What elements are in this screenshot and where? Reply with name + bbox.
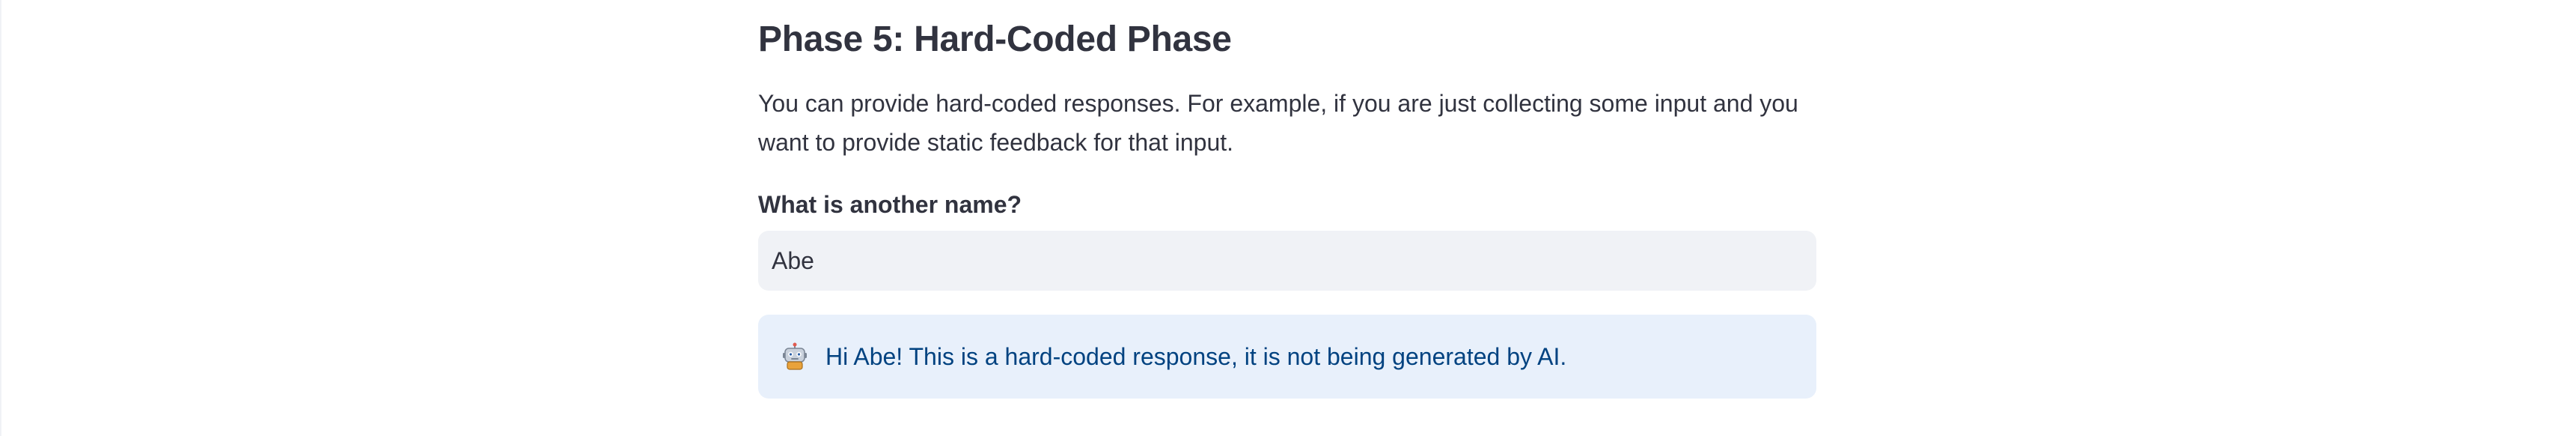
section-title: Phase 5: Hard-Coded Phase — [758, 19, 1232, 59]
alert-message: Hi Abe! This is a hard-coded response, i… — [825, 343, 1567, 370]
app-page: Phase 5: Hard-Coded Phase You can provid… — [0, 0, 2576, 436]
name-input[interactable] — [758, 231, 1816, 291]
section-description: You can provide hard-coded responses. Fo… — [758, 90, 1798, 156]
sidebar-edge — [0, 0, 1, 436]
info-alert: Hi Abe! This is a hard-coded response, i… — [758, 315, 1816, 399]
name-field-label: What is another name? — [758, 191, 1022, 218]
robot-icon — [783, 342, 807, 370]
